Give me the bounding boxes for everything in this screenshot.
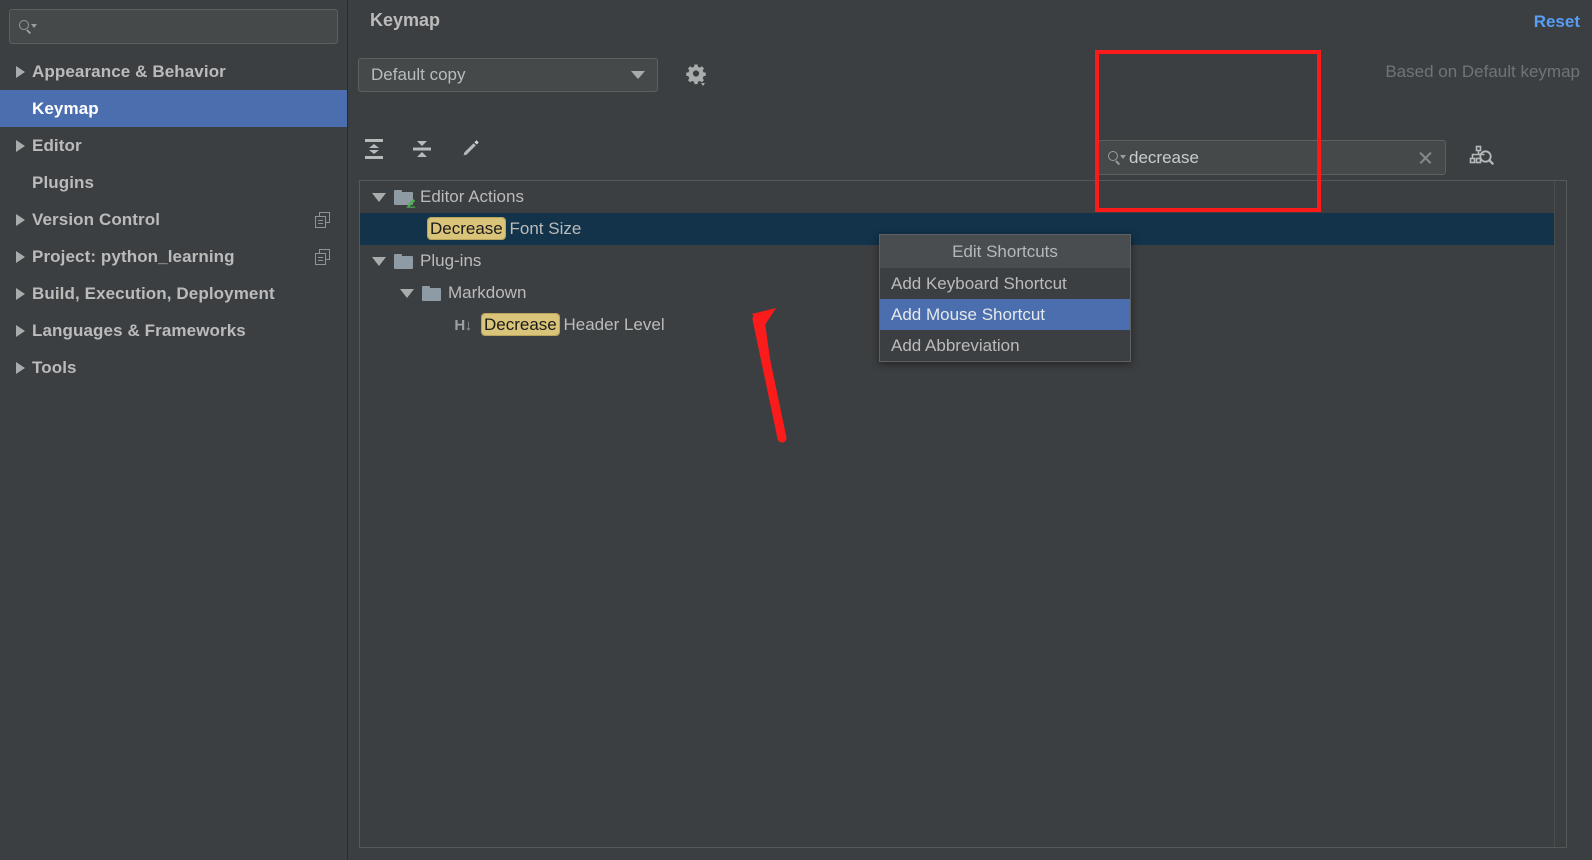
- folder-edit-icon: [394, 189, 416, 208]
- chevron-down-icon[interactable]: [364, 192, 394, 202]
- tree-row-label: Decrease Header Level: [482, 314, 665, 335]
- sidebar-item-editor[interactable]: Editor: [0, 127, 347, 164]
- tree-row-label-rest: Header Level: [558, 315, 665, 334]
- based-on-label: Based on Default keymap: [1385, 62, 1580, 81]
- keymap-main-panel: Keymap Reset Based on Default keymap Def…: [348, 0, 1592, 860]
- tree-row-label: Editor Actions: [420, 187, 524, 206]
- copy-settings-icon[interactable]: [315, 248, 331, 265]
- copy-settings-icon[interactable]: [315, 211, 331, 228]
- collapse-all-icon[interactable]: [406, 133, 438, 165]
- sidebar-item-keymap[interactable]: Keymap: [0, 90, 347, 127]
- sidebar-item-version-control[interactable]: Version Control: [0, 201, 347, 238]
- edit-shortcut-icon[interactable]: [454, 133, 486, 165]
- tree-row-label: Plug-ins: [420, 251, 482, 270]
- page-title: Keymap: [370, 10, 441, 30]
- shortcut-search-icon[interactable]: [1466, 142, 1496, 172]
- sidebar-item-tools[interactable]: Tools: [0, 349, 347, 386]
- gear-icon[interactable]: [680, 60, 710, 90]
- sidebar-search-input[interactable]: [9, 9, 338, 44]
- sidebar-item-build-execution-deployment[interactable]: Build, Execution, Deployment: [0, 275, 347, 312]
- chevron-right-icon[interactable]: [8, 324, 32, 337]
- shortcut-context-menu[interactable]: Edit Shortcuts Add Keyboard Shortcut Add …: [879, 234, 1131, 362]
- sidebar-item-label: Version Control: [32, 209, 161, 229]
- search-match-highlight: Decrease: [428, 218, 505, 239]
- chevron-down-icon[interactable]: [392, 288, 422, 298]
- context-menu-items: Add Keyboard Shortcut Add Mouse Shortcut A…: [880, 268, 1130, 361]
- sidebar-item-label: Editor: [32, 135, 82, 155]
- tree-row-label: Markdown: [448, 283, 527, 302]
- settings-nav-list: Appearance & Behavior Keymap Editor Plugins…: [0, 53, 347, 386]
- sidebar-item-languages-frameworks[interactable]: Languages & Frameworks: [0, 312, 347, 349]
- sidebar-item-label: Languages & Frameworks: [32, 320, 246, 340]
- tree-row-label: Decrease Font Size: [428, 218, 582, 239]
- chevron-right-icon[interactable]: [8, 250, 32, 263]
- menu-item-add-abbreviation[interactable]: Add Abbreviation: [880, 330, 1130, 361]
- keymap-select[interactable]: Default copy: [358, 58, 658, 92]
- search-icon: [18, 19, 38, 35]
- sidebar-item-plugins[interactable]: Plugins: [0, 164, 347, 201]
- chevron-right-icon[interactable]: [8, 65, 32, 78]
- sidebar-item-label: Appearance & Behavior: [32, 61, 226, 81]
- tree-row-label-rest: Font Size: [504, 219, 582, 238]
- reset-button[interactable]: Reset: [1534, 12, 1580, 32]
- settings-sidebar: Appearance & Behavior Keymap Editor Plugins…: [0, 0, 348, 860]
- sidebar-item-label: Plugins: [32, 172, 95, 192]
- tree-row[interactable]: Editor Actions: [360, 181, 1566, 213]
- chevron-down-icon: [631, 71, 645, 79]
- chevron-down-icon[interactable]: [364, 256, 394, 266]
- sidebar-item-appearance-behavior[interactable]: Appearance & Behavior: [0, 53, 347, 90]
- expand-all-icon[interactable]: [358, 133, 390, 165]
- chevron-right-icon[interactable]: [8, 213, 32, 226]
- search-icon: [1107, 150, 1127, 166]
- header-decrease-icon: H↓: [454, 316, 472, 334]
- menu-item-add-keyboard-shortcut[interactable]: Add Keyboard Shortcut: [880, 268, 1130, 299]
- sidebar-search-wrap: [0, 0, 347, 44]
- action-search-input[interactable]: decrease: [1098, 140, 1446, 175]
- search-match-highlight: Decrease: [482, 314, 559, 335]
- sidebar-item-label: Keymap: [32, 98, 99, 118]
- chevron-right-icon[interactable]: [8, 361, 32, 374]
- chevron-right-icon[interactable]: [8, 139, 32, 152]
- tree-toolbar: [358, 133, 486, 165]
- sidebar-item-label: Project: python_learning: [32, 246, 235, 266]
- menu-item-add-mouse-shortcut[interactable]: Add Mouse Shortcut: [880, 299, 1130, 330]
- action-search-value: decrease: [1129, 147, 1199, 167]
- keymap-select-value: Default copy: [371, 65, 466, 84]
- tree-scrollbar[interactable]: [1554, 181, 1566, 847]
- sidebar-item-label: Tools: [32, 357, 77, 377]
- folder-icon: [422, 285, 442, 302]
- folder-icon: [394, 253, 414, 270]
- sidebar-item-project-python-learning[interactable]: Project: python_learning: [0, 238, 347, 275]
- context-menu-header: Edit Shortcuts: [880, 235, 1130, 268]
- chevron-right-icon[interactable]: [8, 287, 32, 300]
- clear-search-icon[interactable]: [1417, 149, 1435, 167]
- sidebar-item-label: Build, Execution, Deployment: [32, 283, 275, 303]
